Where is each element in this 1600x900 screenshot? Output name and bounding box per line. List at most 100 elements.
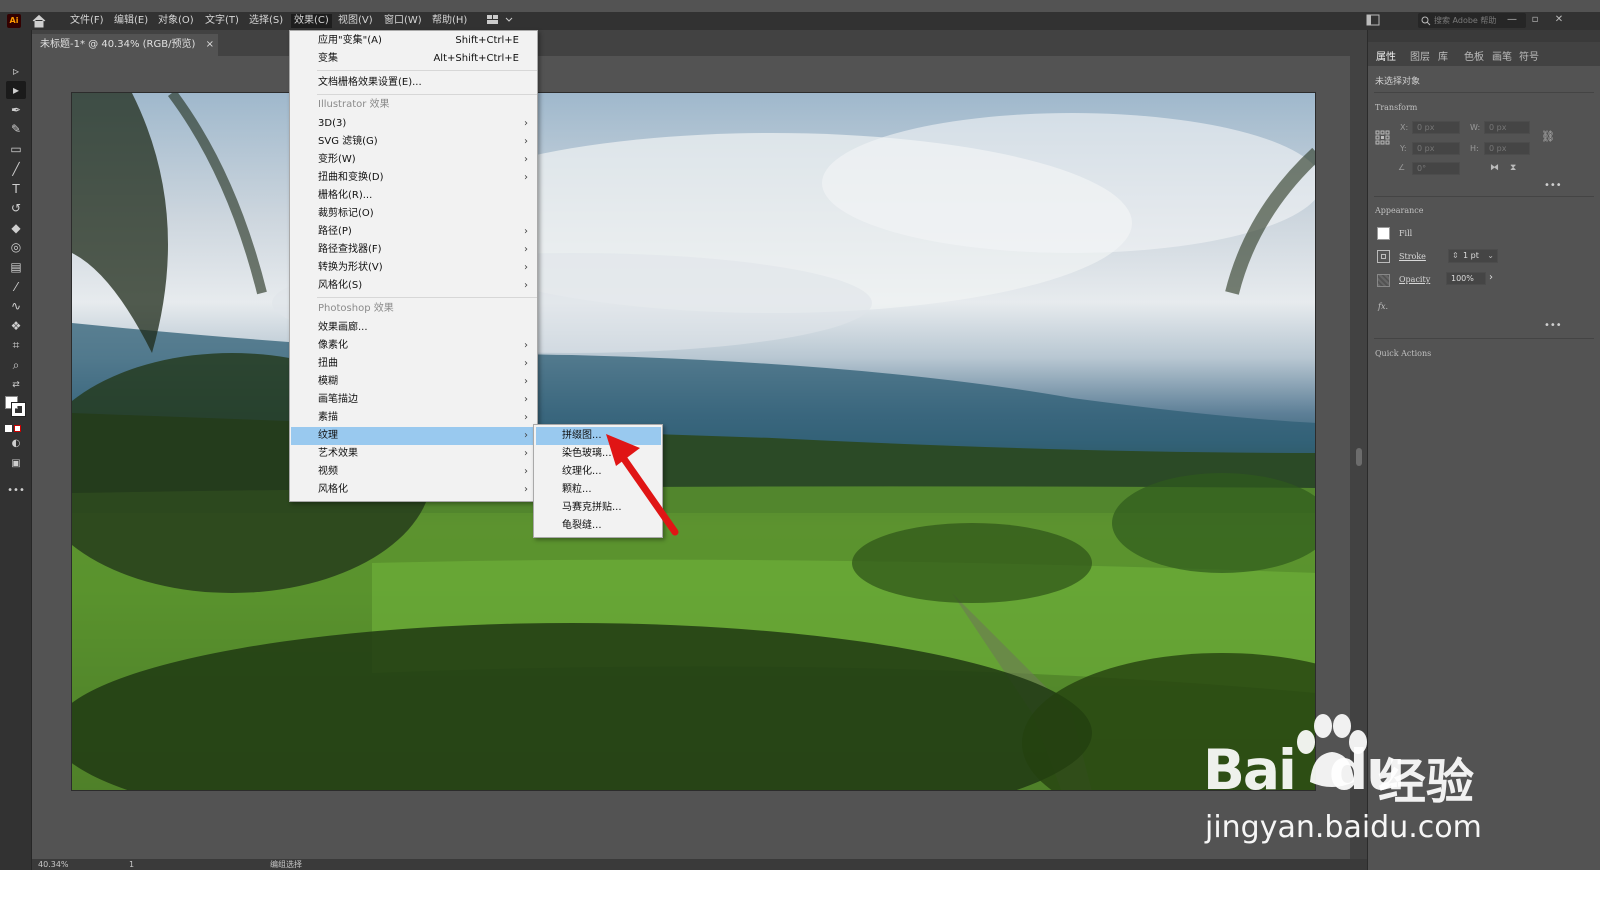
eyedropper-tool-icon[interactable]: ⁄ [6, 278, 26, 296]
stroke-label[interactable]: Stroke [1399, 252, 1426, 261]
tab-layers[interactable]: 图层 [1410, 48, 1430, 63]
swap-colors-icon[interactable]: ⇄ [6, 376, 26, 394]
rectangle-tool-icon[interactable]: ▭ [6, 140, 26, 158]
menu-item-texture[interactable]: 纹理 › [291, 427, 536, 445]
menu-item-warp[interactable]: 变形(W) › [291, 151, 536, 169]
selection-tool-icon[interactable]: ▹ [6, 62, 26, 80]
eraser-tool-icon[interactable]: ◆ [6, 219, 26, 237]
close-icon[interactable]: ✕ [1552, 13, 1566, 27]
artboard-image[interactable] [71, 92, 1316, 791]
w-field[interactable]: 0 px [1484, 121, 1530, 134]
menu-item-distort-transform[interactable]: 扭曲和变换(D) › [291, 169, 536, 187]
menu-item-path[interactable]: 路径(P) › [291, 223, 536, 241]
tab-libraries[interactable]: 库 [1438, 48, 1448, 63]
submenu-item-texturizer[interactable]: 纹理化... [536, 463, 661, 481]
draw-mode-icon[interactable]: ◐ [6, 435, 26, 453]
constrain-proportions-icon[interactable]: ⛓ [1541, 130, 1555, 143]
submenu-item-patchwork[interactable]: 拼缀图... [536, 427, 661, 445]
fill-color-swatch[interactable] [1377, 227, 1390, 240]
flip-horizontal-icon[interactable]: ⧓ [1490, 163, 1499, 173]
menu-window[interactable]: 窗口(W) [384, 14, 422, 28]
arrange-documents-icon[interactable] [1366, 14, 1380, 31]
gradient-tool-icon[interactable]: ▤ [6, 258, 26, 276]
screen-mode-icon[interactable]: ▣ [6, 455, 26, 473]
color-mode-icon[interactable] [5, 425, 12, 432]
scrollbar-thumb[interactable] [1356, 448, 1362, 466]
menu-item-artistic[interactable]: 艺术效果 › [291, 445, 536, 463]
appearance-more-icon[interactable]: ••• [1544, 320, 1562, 331]
stroke-swatch[interactable] [11, 402, 26, 417]
menu-file[interactable]: 文件(F) [70, 14, 104, 28]
menu-item-convert-to-shape[interactable]: 转换为形状(V) › [291, 259, 536, 277]
shape-builder-tool-icon[interactable]: ◎ [6, 238, 26, 256]
type-tool-icon[interactable]: T [6, 180, 26, 198]
submenu-item-stained-glass[interactable]: 染色玻璃... [536, 445, 661, 463]
x-field[interactable]: 0 px [1412, 121, 1460, 134]
menu-effect[interactable]: 效果(C) [291, 14, 332, 28]
tab-symbols[interactable]: 符号 [1519, 48, 1539, 63]
opacity-expand-icon[interactable]: › [1489, 272, 1493, 283]
zoom-level[interactable]: 40.34% [38, 859, 69, 870]
edit-toolbar-icon[interactable]: ••• [6, 482, 26, 500]
menu-item-blur[interactable]: 模糊 › [291, 373, 536, 391]
menu-item-apply-last-effect[interactable]: 应用"变集"(A) Shift+Ctrl+E [291, 32, 536, 50]
pen-tool-icon[interactable]: ✒ [6, 101, 26, 119]
menu-view[interactable]: 视图(V) [338, 14, 373, 28]
tab-brushes[interactable]: 画笔 [1492, 48, 1512, 63]
blend-tool-icon[interactable]: ∿ [6, 297, 26, 315]
artboard-tool-icon[interactable]: ⌗ [6, 336, 26, 354]
menu-item-pixelate[interactable]: 像素化 › [291, 337, 536, 355]
rotate-field[interactable]: 0° [1412, 162, 1460, 175]
menu-item-video[interactable]: 视频 › [291, 463, 536, 481]
menu-item-effect-gallery[interactable]: 效果画廊... [291, 319, 536, 337]
maximize-icon[interactable]: ▫ [1528, 13, 1542, 27]
home-icon[interactable] [31, 14, 47, 28]
menu-item-pathfinder[interactable]: 路径查找器(F) › [291, 241, 536, 259]
zoom-tool-icon[interactable]: ⌕ [6, 356, 26, 374]
tab-properties[interactable]: 属性 [1376, 48, 1396, 63]
menu-item-svg-filters[interactable]: SVG 滤镜(G) › [291, 133, 536, 151]
opacity-field[interactable]: 100% [1446, 272, 1486, 285]
artboard-number[interactable]: 1 [129, 859, 134, 870]
document-tab[interactable]: 未标题-1* @ 40.34% (RGB/预览) × [32, 34, 218, 56]
reference-point-icon[interactable] [1375, 130, 1391, 150]
h-field[interactable]: 0 px [1484, 142, 1530, 155]
y-field[interactable]: 0 px [1412, 142, 1460, 155]
menu-item-stylize-illustrator[interactable]: 风格化(S) › [291, 277, 536, 295]
minimize-icon[interactable]: — [1505, 13, 1519, 27]
paintbrush-tool-icon[interactable]: ╱ [6, 160, 26, 178]
flip-vertical-icon[interactable]: ⧗ [1510, 163, 1516, 173]
menu-item-3d[interactable]: 3D(3) › [291, 115, 536, 133]
menu-item-sketch[interactable]: 素描 › [291, 409, 536, 427]
menu-item-rasterize[interactable]: 栅格化(R)... [291, 187, 536, 205]
fx-icon[interactable]: fx. [1378, 302, 1388, 311]
opacity-label[interactable]: Opacity [1399, 275, 1430, 284]
stroke-weight-field[interactable]: ⇕ 1 pt ⌄ [1448, 249, 1498, 263]
menu-type[interactable]: 文字(T) [205, 14, 239, 28]
menu-object[interactable]: 对象(O) [158, 14, 194, 28]
canvas-area[interactable] [33, 56, 1367, 859]
curvature-tool-icon[interactable]: ✎ [6, 120, 26, 138]
stroke-color-swatch[interactable] [1377, 250, 1390, 263]
menu-item-stylize-photoshop[interactable]: 风格化 › [291, 481, 536, 499]
menu-item-crop-marks[interactable]: 裁剪标记(O) [291, 205, 536, 223]
tab-close-icon[interactable]: × [206, 34, 214, 56]
rotate-tool-icon[interactable]: ↺ [6, 199, 26, 217]
menu-help[interactable]: 帮助(H) [432, 14, 467, 28]
menu-item-distort[interactable]: 扭曲 › [291, 355, 536, 373]
workspace-switcher-icon[interactable] [486, 14, 514, 31]
more-options-icon[interactable]: ••• [1544, 180, 1562, 191]
menu-item-last-effect[interactable]: 变集 Alt+Shift+Ctrl+E [291, 50, 536, 68]
menu-item-document-raster-settings[interactable]: 文档栅格效果设置(E)... [291, 74, 536, 92]
menu-select[interactable]: 选择(S) [249, 14, 283, 28]
menu-item-brush-strokes[interactable]: 画笔描边 › [291, 391, 536, 409]
symbol-sprayer-tool-icon[interactable]: ❖ [6, 317, 26, 335]
panel-collapse-strip[interactable] [1368, 30, 1600, 42]
submenu-item-craquelure[interactable]: 龟裂缝... [536, 517, 661, 535]
none-color-icon[interactable] [14, 425, 21, 432]
direct-selection-tool-icon[interactable]: ▸ [6, 81, 26, 99]
tab-swatches[interactable]: 色板 [1464, 48, 1484, 63]
menu-edit[interactable]: 编辑(E) [114, 14, 148, 28]
submenu-item-grain[interactable]: 颗粒... [536, 481, 661, 499]
submenu-item-mosaic-tiles[interactable]: 马赛克拼贴... [536, 499, 661, 517]
